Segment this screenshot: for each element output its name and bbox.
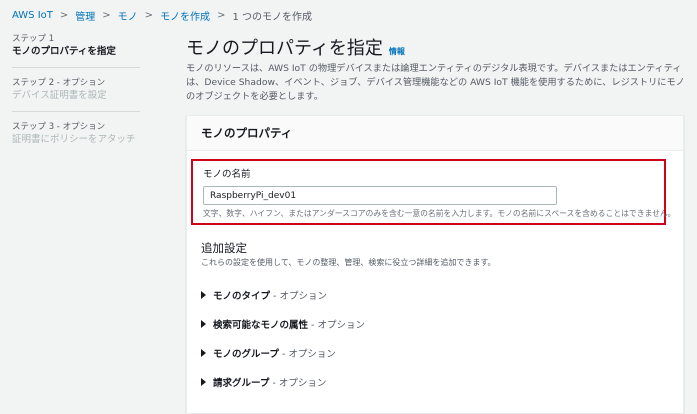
caret-right-icon xyxy=(201,290,206,299)
chevron-right-icon: > xyxy=(59,10,69,21)
expandable-searchable-attributes[interactable]: 検索可能なモノの属性 - オプション xyxy=(201,309,671,338)
chevron-right-icon: > xyxy=(144,10,154,21)
expandable-thing-type[interactable]: モノのタイプ - オプション xyxy=(201,280,671,309)
caret-right-icon xyxy=(201,319,206,328)
breadcrumb-things[interactable]: モノ xyxy=(118,8,138,23)
breadcrumb-aws-iot[interactable]: AWS IoT xyxy=(12,10,53,21)
info-link[interactable]: 情報 xyxy=(389,46,405,57)
step-1: ステップ 1 モノのプロパティを指定 xyxy=(12,34,140,68)
additional-settings-title: 追加設定 xyxy=(201,241,247,255)
page-title: モノのプロパティを指定 xyxy=(186,38,383,59)
expandable-label: モノのタイプ xyxy=(213,290,271,302)
wizard-steps: ステップ 1 モノのプロパティを指定 ステップ 2 - オプション デバイス証明… xyxy=(12,34,140,165)
breadcrumb-create-things[interactable]: モノを作成 xyxy=(160,8,210,23)
expandable-label: 請求グループ xyxy=(213,377,270,389)
expandable-label: モノのグループ xyxy=(213,348,279,360)
caret-right-icon xyxy=(201,377,206,386)
breadcrumb-manage[interactable]: 管理 xyxy=(75,8,95,23)
thing-name-highlight: モノの名前 文字、数字、ハイフン、またはアンダースコアのみを含む一意の名前を入力… xyxy=(191,159,676,225)
chevron-right-icon: > xyxy=(102,10,111,21)
step-number: ステップ 1 xyxy=(12,34,55,44)
thing-properties-panel: モノのプロパティ モノの名前 文字、数字、ハイフン、またはアンダースコアのみを含… xyxy=(186,115,684,414)
caret-right-icon xyxy=(201,348,206,357)
expandable-label: 検索可能なモノの属性 xyxy=(213,319,309,331)
expandable-billing-group[interactable]: 請求グループ - オプション xyxy=(201,367,671,396)
expandable-thing-groups[interactable]: モノのグループ - オプション xyxy=(201,338,671,367)
expandable-suffix: - オプション xyxy=(281,348,336,360)
additional-settings: 追加設定 これらの設定を使用して、モノの整理、管理、検索に役立つ詳細を追加できま… xyxy=(201,240,671,396)
chevron-right-icon: > xyxy=(217,10,226,21)
page-title-row: モノのプロパティを指定 情報 xyxy=(186,34,691,60)
additional-settings-description: これらの設定を使用して、モノの整理、管理、検索に役立つ詳細を追加できます。 xyxy=(201,258,496,267)
step-title: デバイス証明書を設定 xyxy=(12,90,107,101)
thing-name-hint: 文字、数字、ハイフン、またはアンダースコアのみを含む一意の名前を入力します。モノ… xyxy=(203,209,676,218)
expandable-suffix: - オプション xyxy=(273,290,327,302)
breadcrumb-current: 1 つのモノを作成 xyxy=(232,12,312,23)
breadcrumb: AWS IoT > 管理 > モノ > モノを作成 > 1 つのモノを作成 xyxy=(12,8,312,23)
main-content: モノのプロパティを指定 情報 モノのリソースは、AWS IoT の物理デバイスま… xyxy=(186,34,691,104)
step-title: 証明書にポリシーをアタッチ xyxy=(12,134,136,145)
page-description: モノのリソースは、AWS IoT の物理デバイスまたは論理エンティティのデジタル… xyxy=(186,63,685,102)
expandable-suffix: - オプション xyxy=(272,377,327,389)
step-number: ステップ 3 - オプション xyxy=(12,122,106,132)
step-3: ステップ 3 - オプション 証明書にポリシーをアタッチ xyxy=(12,122,140,155)
panel-title: モノのプロパティ xyxy=(187,116,683,151)
expandable-suffix: - オプション xyxy=(311,319,365,331)
step-title: モノのプロパティを指定 xyxy=(12,46,116,57)
thing-name-input[interactable] xyxy=(203,186,557,205)
step-number: ステップ 2 - オプション xyxy=(12,78,106,88)
expandable-list: モノのタイプ - オプション 検索可能なモノの属性 - オプション モノのグルー… xyxy=(201,280,671,396)
step-2: ステップ 2 - オプション デバイス証明書を設定 xyxy=(12,78,140,112)
thing-name-label: モノの名前 xyxy=(203,169,251,180)
